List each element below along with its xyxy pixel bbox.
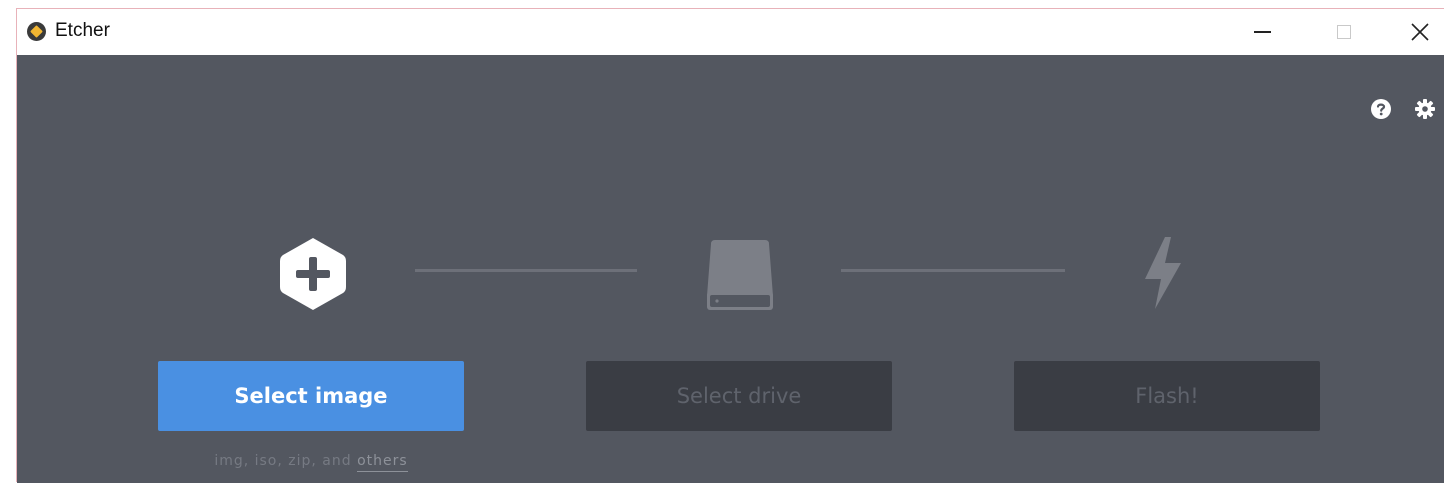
- others-link[interactable]: others: [357, 453, 408, 472]
- select-drive-button: Select drive: [586, 361, 892, 431]
- maximize-icon: [1337, 25, 1351, 39]
- step-connector: [415, 269, 637, 272]
- drive-icon: [707, 240, 773, 310]
- minimize-button[interactable]: [1239, 9, 1285, 55]
- etcher-logo-icon: [27, 22, 46, 41]
- supported-formats: img, iso, zip, and others: [158, 453, 464, 472]
- gear-icon: [1415, 99, 1435, 119]
- plus-hexagon-icon[interactable]: [277, 235, 349, 313]
- flash-button: Flash!: [1014, 361, 1320, 431]
- app-window: Etcher Select image Select drive Flash! …: [16, 8, 1444, 483]
- lightning-icon: [1145, 237, 1181, 309]
- settings-button[interactable]: [1413, 97, 1437, 121]
- close-icon: [1411, 23, 1429, 41]
- select-image-button[interactable]: Select image: [158, 361, 464, 431]
- formats-text: img, iso, zip, and: [214, 453, 358, 469]
- minimize-icon: [1253, 31, 1271, 33]
- close-button[interactable]: [1397, 9, 1443, 55]
- window-title: Etcher: [55, 20, 110, 41]
- help-button[interactable]: [1369, 97, 1393, 121]
- title-bar: Etcher: [17, 9, 1444, 55]
- step-connector: [841, 269, 1065, 272]
- main-content: Select image Select drive Flash! img, is…: [17, 55, 1444, 483]
- help-circle-icon: [1371, 99, 1391, 119]
- maximize-button[interactable]: [1321, 9, 1367, 55]
